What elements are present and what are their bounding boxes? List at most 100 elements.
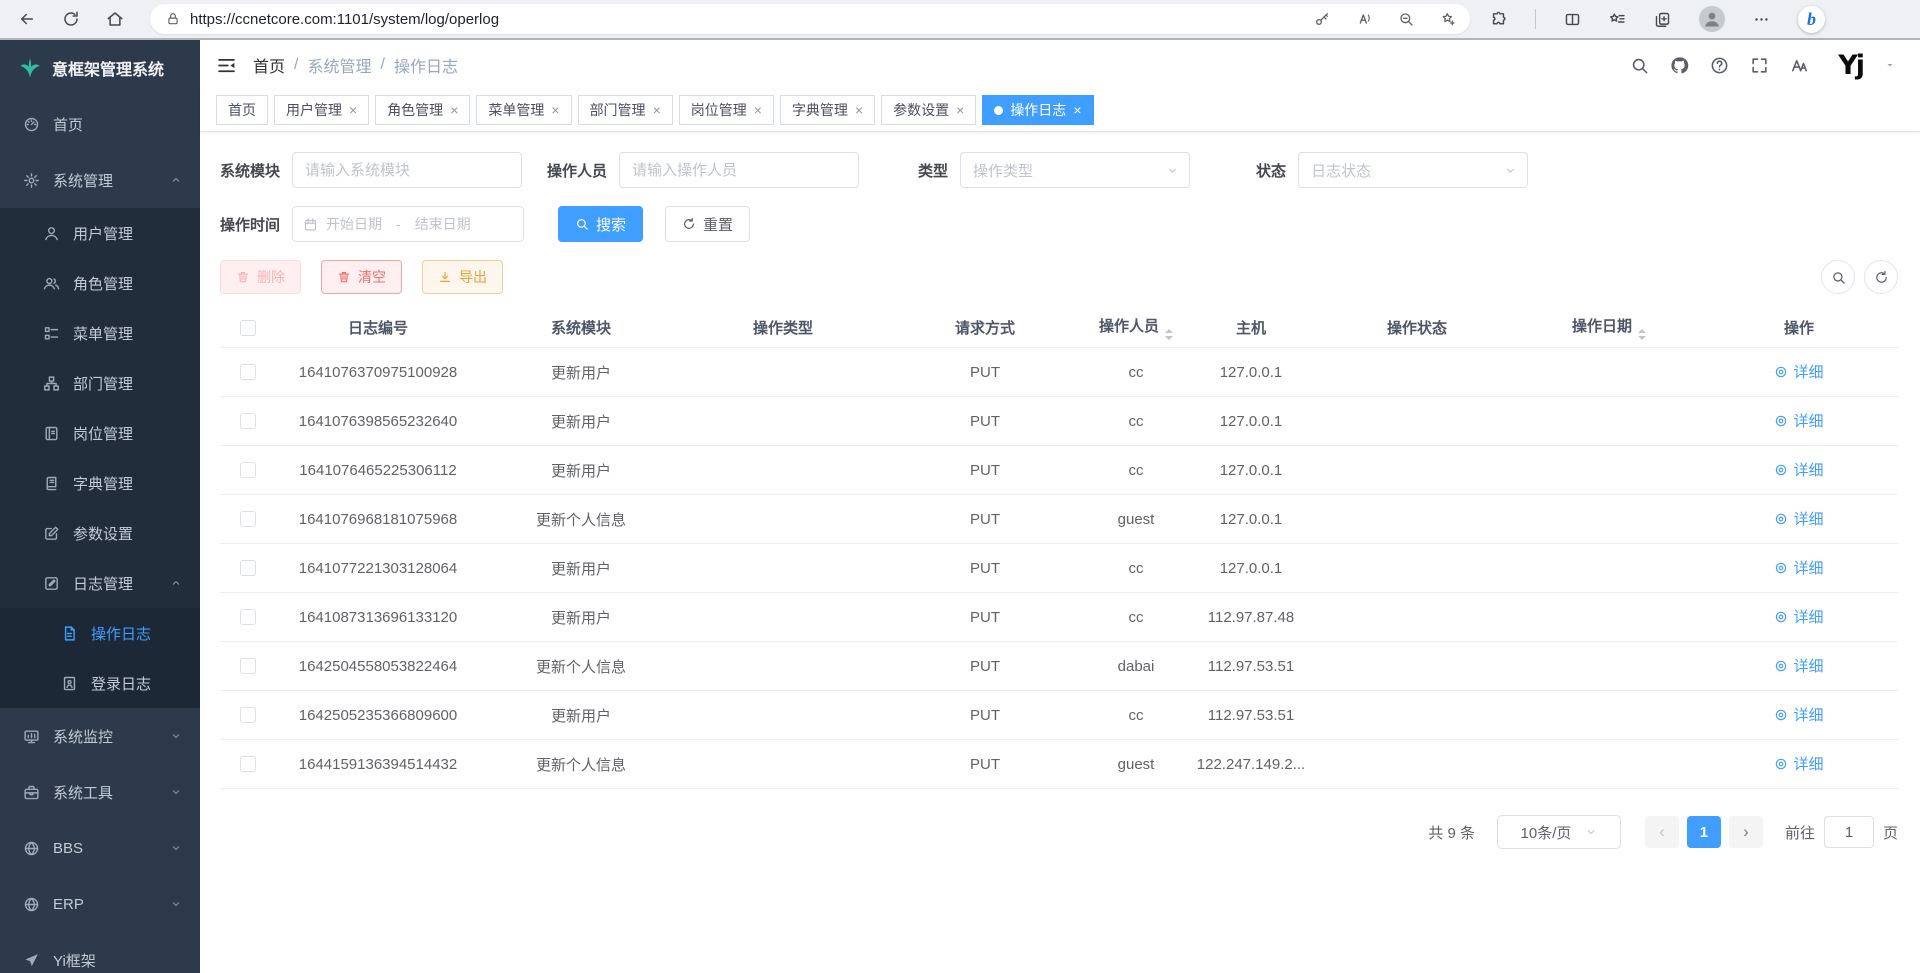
profile-avatar[interactable] bbox=[1699, 6, 1725, 32]
breadcrumb-system[interactable]: 系统管理 bbox=[307, 53, 371, 77]
operator-input[interactable] bbox=[619, 152, 859, 188]
page-size-select[interactable]: 10条/页 bbox=[1497, 815, 1621, 849]
tab-close-icon[interactable]: × bbox=[855, 102, 863, 118]
detail-link[interactable]: 详细 bbox=[1774, 508, 1823, 529]
status-select[interactable]: 日志状态 bbox=[1298, 152, 1528, 188]
row-checkbox[interactable] bbox=[240, 707, 256, 723]
sidebar-item-16[interactable]: ERP bbox=[0, 876, 200, 932]
add-favorite-icon[interactable] bbox=[1440, 11, 1456, 27]
type-select[interactable]: 操作类型 bbox=[960, 152, 1190, 188]
detail-link[interactable]: 详细 bbox=[1774, 459, 1823, 480]
show-search-button[interactable] bbox=[1821, 260, 1855, 294]
select-all-checkbox[interactable] bbox=[240, 320, 256, 336]
help-icon[interactable] bbox=[1710, 56, 1729, 75]
detail-link[interactable]: 详细 bbox=[1774, 410, 1823, 431]
browser-reload-icon[interactable] bbox=[62, 10, 80, 28]
tab-8[interactable]: 参数设置× bbox=[881, 95, 976, 125]
sidebar-item-3[interactable]: 用户管理 bbox=[0, 208, 200, 258]
extensions-icon[interactable] bbox=[1490, 11, 1507, 28]
collapse-sidebar-icon[interactable] bbox=[216, 55, 237, 76]
tab-9[interactable]: 操作日志× bbox=[982, 95, 1093, 125]
detail-link[interactable]: 详细 bbox=[1774, 361, 1823, 382]
tab-close-icon[interactable]: × bbox=[450, 102, 458, 118]
detail-link[interactable]: 详细 bbox=[1774, 557, 1823, 578]
sort-caret-icon[interactable] bbox=[1165, 329, 1173, 340]
delete-button[interactable]: 删除 bbox=[220, 260, 301, 294]
detail-link[interactable]: 详细 bbox=[1774, 655, 1823, 676]
sidebar-item-14[interactable]: 系统工具 bbox=[0, 764, 200, 820]
detail-link[interactable]: 详细 bbox=[1774, 606, 1823, 627]
date-range-picker[interactable]: 开始日期 - 结束日期 bbox=[292, 206, 524, 242]
row-checkbox[interactable] bbox=[240, 756, 256, 772]
reset-button[interactable]: 重置 bbox=[665, 206, 750, 242]
sidebar-item-10[interactable]: 日志管理 bbox=[0, 558, 200, 608]
sidebar-item-8[interactable]: 字典管理 bbox=[0, 458, 200, 508]
sidebar-item-2[interactable]: 系统管理 bbox=[0, 152, 200, 208]
sort-caret-icon[interactable] bbox=[1638, 329, 1646, 340]
sidebar-item-15[interactable]: BBS bbox=[0, 820, 200, 876]
more-menu-icon[interactable] bbox=[1753, 11, 1770, 28]
font-size-icon[interactable] bbox=[1790, 56, 1809, 75]
breadcrumb-home[interactable]: 首页 bbox=[253, 53, 285, 77]
detail-link[interactable]: 详细 bbox=[1774, 753, 1823, 774]
tab-close-icon[interactable]: × bbox=[754, 102, 762, 118]
collections-icon[interactable] bbox=[1654, 11, 1671, 28]
goto-page-input[interactable] bbox=[1824, 816, 1874, 848]
refresh-table-button[interactable] bbox=[1864, 260, 1898, 294]
clear-button[interactable]: 清空 bbox=[321, 260, 402, 294]
lock-icon[interactable] bbox=[166, 12, 180, 26]
browser-home-icon[interactable] bbox=[106, 10, 124, 28]
row-checkbox[interactable] bbox=[240, 413, 256, 429]
module-input[interactable] bbox=[292, 152, 522, 188]
prev-page-button[interactable]: ‹ bbox=[1645, 816, 1679, 848]
browser-chrome: https://ccnetcore.com:1101/system/log/op… bbox=[0, 0, 1920, 40]
tab-close-icon[interactable]: × bbox=[1073, 102, 1081, 118]
tab-3[interactable]: 角色管理× bbox=[375, 95, 470, 125]
read-aloud-icon[interactable] bbox=[1356, 11, 1372, 27]
detail-link[interactable]: 详细 bbox=[1774, 704, 1823, 725]
user-logo[interactable]: Yj bbox=[1838, 50, 1863, 81]
row-checkbox[interactable] bbox=[240, 658, 256, 674]
address-bar[interactable]: https://ccnetcore.com:1101/system/log/op… bbox=[150, 4, 1470, 34]
tab-close-icon[interactable]: × bbox=[956, 102, 964, 118]
sidebar-item-9[interactable]: 参数设置 bbox=[0, 508, 200, 558]
github-icon[interactable] bbox=[1670, 56, 1689, 75]
search-button[interactable]: 搜索 bbox=[558, 206, 643, 242]
user-menu-caret-icon[interactable] bbox=[1884, 59, 1896, 71]
tab-close-icon[interactable]: × bbox=[551, 102, 559, 118]
sidebar-item-7[interactable]: 岗位管理 bbox=[0, 408, 200, 458]
browser-back-icon[interactable] bbox=[18, 10, 36, 28]
bing-chat-icon[interactable]: b bbox=[1798, 6, 1825, 33]
sidebar-item-17[interactable]: Yi框架 bbox=[0, 932, 200, 973]
tab-7[interactable]: 字典管理× bbox=[780, 95, 875, 125]
tab-5[interactable]: 部门管理× bbox=[578, 95, 673, 125]
favorites-icon[interactable] bbox=[1609, 11, 1626, 28]
tab-6[interactable]: 岗位管理× bbox=[679, 95, 774, 125]
sidebar-item-4[interactable]: 角色管理 bbox=[0, 258, 200, 308]
sidebar-item-5[interactable]: 菜单管理 bbox=[0, 308, 200, 358]
zoom-out-icon[interactable] bbox=[1398, 11, 1414, 27]
tab-4[interactable]: 菜单管理× bbox=[476, 95, 571, 125]
sidebar-item-1[interactable]: 首页 bbox=[0, 96, 200, 152]
sidebar-item-11[interactable]: 操作日志 bbox=[0, 608, 200, 658]
row-checkbox[interactable] bbox=[240, 364, 256, 380]
export-button[interactable]: 导出 bbox=[422, 260, 503, 294]
tab-1[interactable]: 首页 bbox=[216, 95, 268, 125]
row-checkbox[interactable] bbox=[240, 511, 256, 527]
split-screen-icon[interactable] bbox=[1564, 11, 1581, 28]
url-text[interactable]: https://ccnetcore.com:1101/system/log/op… bbox=[190, 11, 1314, 28]
current-page-button[interactable]: 1 bbox=[1687, 816, 1721, 848]
sidebar-item-6[interactable]: 部门管理 bbox=[0, 358, 200, 408]
row-checkbox[interactable] bbox=[240, 560, 256, 576]
header-search-icon[interactable] bbox=[1630, 56, 1649, 75]
tab-close-icon[interactable]: × bbox=[349, 102, 357, 118]
row-checkbox[interactable] bbox=[240, 462, 256, 478]
tab-2[interactable]: 用户管理× bbox=[274, 95, 369, 125]
next-page-button[interactable]: › bbox=[1729, 816, 1763, 848]
row-checkbox[interactable] bbox=[240, 609, 256, 625]
sidebar-item-12[interactable]: 登录日志 bbox=[0, 658, 200, 708]
password-key-icon[interactable] bbox=[1314, 11, 1330, 27]
tab-close-icon[interactable]: × bbox=[653, 102, 661, 118]
fullscreen-icon[interactable] bbox=[1750, 56, 1769, 75]
sidebar-item-13[interactable]: 系统监控 bbox=[0, 708, 200, 764]
